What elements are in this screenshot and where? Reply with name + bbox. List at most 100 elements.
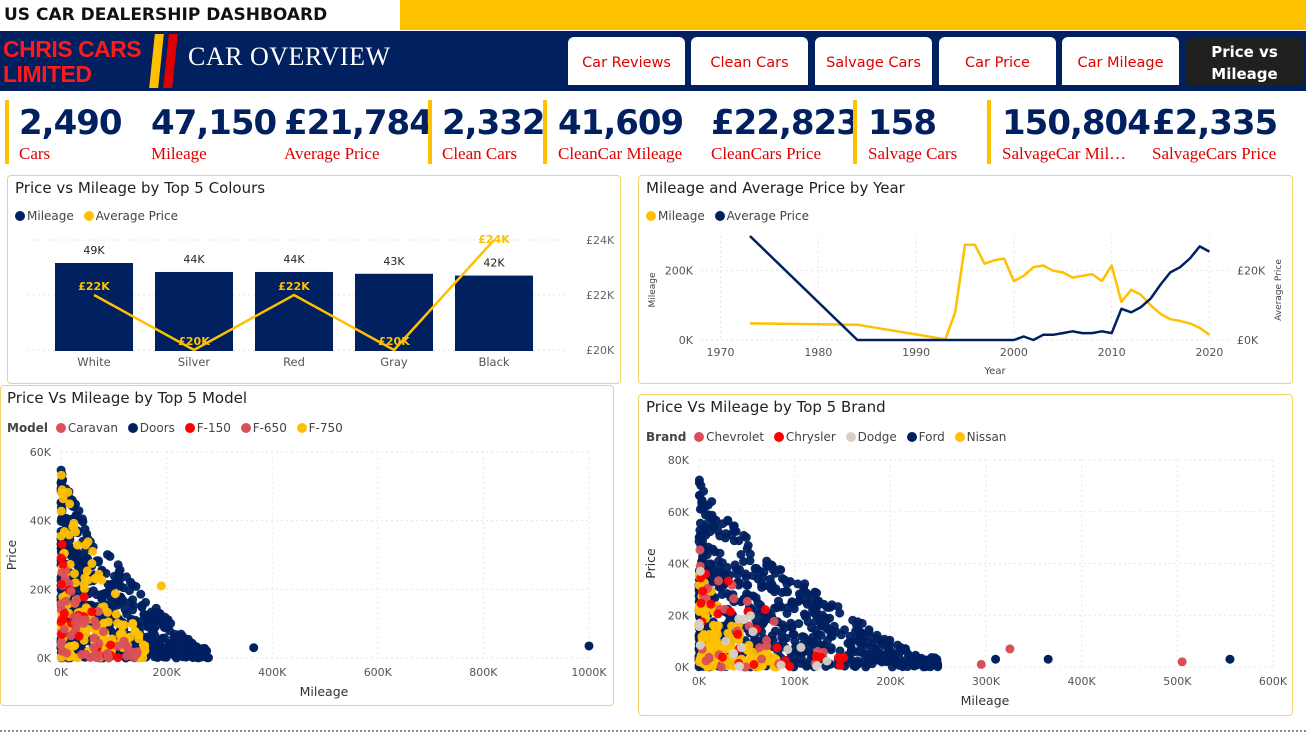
kpi-label: Mileage [151,145,207,163]
scatter-point [723,576,733,586]
scatter-point [810,587,820,597]
scatter-point [132,649,141,659]
scatter-point [63,487,73,497]
kpi-label: CleanCars Price [711,145,821,163]
x-tick-label: Red [283,355,305,369]
scatter-point [249,643,259,653]
scatter-point [698,586,708,596]
x-tick-label: 1990 [902,346,930,359]
scatter-point [807,623,816,633]
x-tick-label: 400K [258,666,287,679]
legend-label: Average Price [95,209,178,223]
scatter-point [98,627,108,636]
scatter-point [909,659,919,669]
kpi-accent [543,100,547,164]
tab-car-price[interactable]: Car Price [939,37,1056,85]
scatter-point [728,648,738,658]
scatter-point [136,589,146,599]
scatter-point [80,584,89,594]
scatter-point [697,632,707,642]
kpi-salvage-cars: 158 Salvage Cars [868,101,957,163]
y-tick-label: 0K [37,652,52,665]
brand-logo: CHRIS CARS LIMITED [3,36,142,87]
scatter-point [147,624,157,634]
scatter-point [772,643,782,653]
scatter-point [775,565,785,575]
scatter-point [62,648,72,658]
y2-tick-label: £0K [1237,334,1259,347]
y-tick-label: 200K [665,265,694,278]
scatter-point [795,589,804,599]
scatter-point [105,551,115,561]
scatter-point [733,570,743,580]
scatter-point [923,661,933,671]
x-tick-label: White [77,355,110,369]
x-tick-label: Silver [178,355,211,369]
scatter-point [723,628,733,638]
scatter-point [715,531,725,541]
chart-title: Price Vs Mileage by Top 5 Brand [646,398,886,416]
kpi-salvagecars-price: £2,335 SalvageCars Price [1152,101,1278,163]
scatter-point [743,541,753,550]
chart-title: Mileage and Average Price by Year [646,179,905,197]
y2-tick-label: £22K [586,289,615,302]
scatter-point [57,568,67,577]
scatter-point [726,607,736,617]
line-data-label: £20K [378,335,410,348]
scatter-point [1043,654,1053,664]
kpi-accent [428,100,432,164]
kpi-value: £2,335 [1152,103,1278,143]
legend-marker [55,423,66,433]
kpi-label: Average Price [284,145,380,163]
scatter-point [155,609,165,619]
tab-salvage-cars[interactable]: Salvage Cars [815,37,932,85]
scatter-point [749,660,759,669]
scatter-point [139,611,149,620]
scatter-point [141,597,151,607]
line-data-label: £22K [278,280,310,293]
colours-chart: £24K £22K £20K 49K White 44K Silver 44K Red 43K Gr… [28,233,615,369]
scatter-point [711,515,721,525]
scatter-point [706,640,716,650]
legend-marker [773,432,784,442]
scatter-point [77,650,87,659]
tab-car-reviews[interactable]: Car Reviews [568,37,685,85]
tab-price-vs-mileage[interactable]: Price vs Mileage [1186,37,1303,85]
x-axis-title: Mileage [300,684,349,699]
tab-car-mileage[interactable]: Car Mileage [1062,37,1179,85]
legend-marker [296,423,307,433]
tab-clean-cars[interactable]: Clean Cars [691,37,808,85]
legend-label: F-150 [196,421,231,435]
scatter-point [178,652,188,662]
scatter-point [123,643,133,653]
scatter-point [715,548,725,558]
scatter-point [715,562,725,572]
scatter-point [200,643,210,653]
scatter-point [87,607,97,617]
chart-legend: Mileage Average Price [15,209,184,223]
scatter-point [794,619,804,629]
scatter-point [976,659,986,669]
scatter-point [825,613,835,623]
scatter-point [89,643,99,653]
legend-label: Caravan [67,421,118,435]
bar-data-label: 44K [183,253,205,266]
scatter-point [865,654,875,664]
kpi-label: Clean Cars [442,145,518,163]
scatter-point [829,621,839,631]
y2-tick-label: £24K [586,234,615,247]
x-tick-label: 600K [364,666,393,679]
scatter-point [125,586,134,596]
scatter-point [721,636,731,646]
chart-legend: Model Caravan Doors F-150 F-650 F-750 [7,421,349,435]
legend-marker [646,211,656,221]
kpi-accent [5,100,9,164]
kpi-cars: 2,490 Cars [19,101,123,163]
scatter-point [757,654,767,664]
scatter-point [755,566,765,576]
year-chart: 1970 1980 1990 2000 2010 2020 0K 200K £0K £20K Yea… [648,235,1284,377]
x-tick-label: 0K [692,675,707,688]
scatter-point [748,627,758,637]
scatter-point [716,662,726,672]
scatter-point [79,557,89,567]
